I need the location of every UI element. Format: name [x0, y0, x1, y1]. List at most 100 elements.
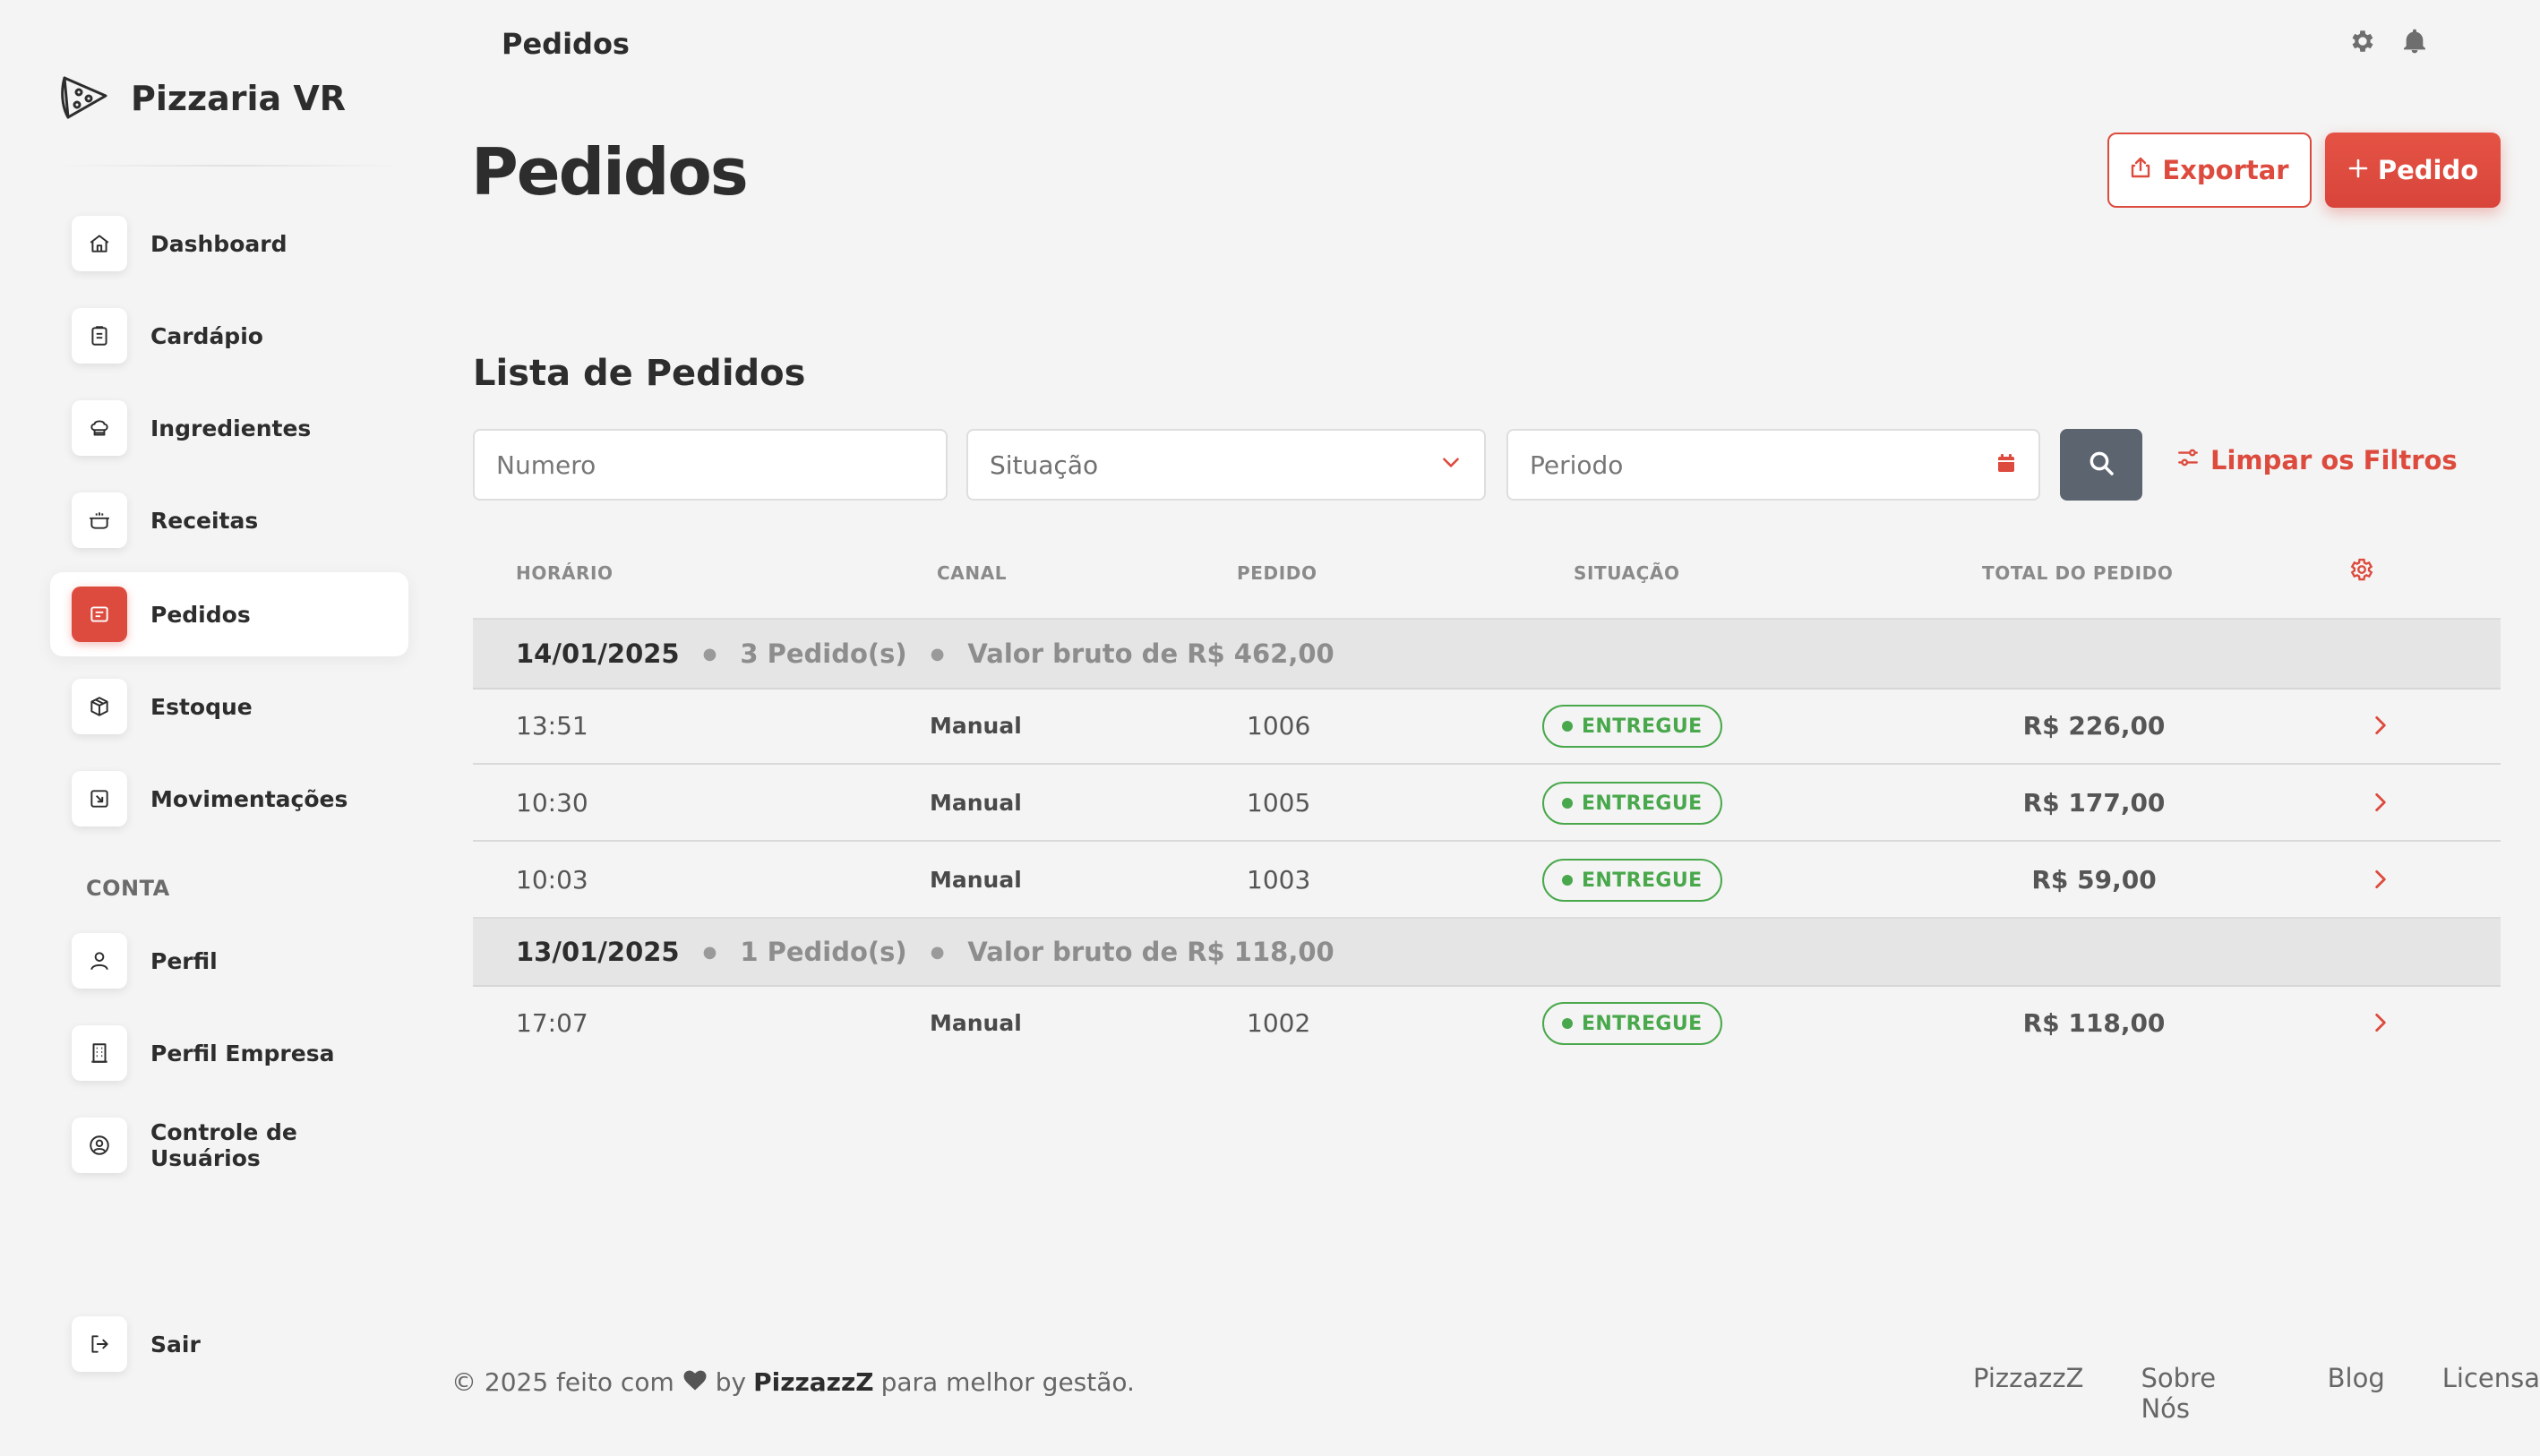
table-row[interactable]: 13:51 Manual 1006 ENTREGUE R$ 226,00	[473, 688, 2501, 765]
chevron-right-icon[interactable]	[2354, 688, 2407, 763]
footer-link-sobre-nos[interactable]: Sobre Nós	[2141, 1363, 2270, 1424]
calendar-icon[interactable]	[1995, 450, 2017, 480]
chevron-right-icon[interactable]	[2354, 842, 2407, 917]
group-gross: Valor bruto de R$ 118,00	[967, 937, 1334, 967]
transfer-icon	[72, 771, 127, 826]
topbar-icons	[2348, 27, 2429, 59]
table-row[interactable]: 17:07 Manual 1002 ENTREGUE R$ 118,00	[473, 985, 2501, 1062]
table-row[interactable]: 10:30 Manual 1005 ENTREGUE R$ 177,00	[473, 765, 2501, 842]
chef-hat-icon	[72, 400, 127, 456]
sidebar-item-estoque[interactable]: Estoque	[50, 664, 408, 749]
clipboard-icon	[72, 308, 127, 364]
cell-pedido: 1006	[1247, 710, 1311, 741]
section-label-conta: CONTA	[86, 876, 170, 901]
status-label: ENTREGUE	[1582, 792, 1703, 815]
status-label: ENTREGUE	[1582, 869, 1703, 892]
date-group-header: 13/01/2025 ● 1 Pedido(s) ● Valor bruto d…	[473, 917, 2501, 987]
building-icon	[72, 1025, 127, 1081]
logout-icon	[72, 1316, 127, 1372]
sidebar-item-label: Movimentações	[150, 785, 348, 812]
footer-link-blog[interactable]: Blog	[2328, 1363, 2385, 1424]
cell-canal: Manual	[930, 1009, 1022, 1036]
footer-link-pizzazzz[interactable]: PizzazzZ	[1973, 1363, 2083, 1424]
cell-time: 17:07	[516, 1007, 588, 1038]
sidebar-item-label: Controle de Usuários	[150, 1119, 297, 1171]
footer-text-by: by	[715, 1367, 747, 1397]
numero-field[interactable]	[473, 429, 948, 501]
status-dot	[1562, 875, 1573, 886]
sidebar-item-label: Receitas	[150, 507, 259, 534]
numero-input[interactable]	[496, 450, 924, 480]
export-button[interactable]: Exportar	[2107, 133, 2312, 208]
cell-canal: Manual	[930, 789, 1022, 816]
sidebar-item-cardapio[interactable]: Cardápio	[50, 294, 408, 378]
cell-time: 10:03	[516, 864, 588, 895]
sidebar-item-perfil-empresa[interactable]: Perfil Empresa	[50, 1011, 408, 1095]
page-title: Pedidos	[471, 134, 749, 210]
box-icon	[72, 679, 127, 734]
sidebar-item-pedidos[interactable]: Pedidos	[50, 572, 408, 656]
sidebar-item-sair[interactable]: Sair	[50, 1302, 408, 1386]
cell-total: R$ 226,00	[2022, 710, 2166, 741]
clear-filters-button[interactable]: Limpar os Filtros	[2176, 445, 2458, 475]
situacao-select[interactable]: Situação	[966, 429, 1486, 501]
chevron-right-icon[interactable]	[2354, 765, 2407, 840]
date-group-header: 14/01/2025 ● 3 Pedido(s) ● Valor bruto d…	[473, 618, 2501, 689]
sidebar: Pizzaria VR Dashboard Cardápio Ingredien…	[0, 0, 430, 1456]
footer-links: PizzazzZ Sobre Nós Blog Licensa	[1973, 1363, 2540, 1424]
pizza-logo-icon	[59, 73, 111, 124]
sidebar-item-movimentacoes[interactable]: Movimentações	[50, 757, 408, 841]
sidebar-item-controle-usuarios[interactable]: Controle de Usuários	[50, 1103, 408, 1187]
footer-brand[interactable]: PizzazzZ	[753, 1367, 874, 1397]
chevron-right-icon[interactable]	[2354, 985, 2407, 1060]
new-order-button[interactable]: Pedido	[2325, 133, 2501, 208]
sidebar-item-label: Perfil	[150, 947, 218, 974]
chevron-down-icon	[1439, 450, 1463, 480]
status-badge: ENTREGUE	[1542, 1002, 1722, 1045]
cell-time: 10:30	[516, 787, 588, 818]
cell-pedido: 1005	[1247, 787, 1311, 818]
table-row[interactable]: 10:03 Manual 1003 ENTREGUE R$ 59,00	[473, 842, 2501, 919]
group-gross: Valor bruto de R$ 462,00	[967, 638, 1334, 669]
sidebar-item-label: Dashboard	[150, 230, 287, 257]
plus-icon	[2347, 155, 2369, 185]
bell-icon[interactable]	[2400, 27, 2429, 59]
column-header-total: TOTAL DO PEDIDO	[1982, 562, 2174, 584]
home-icon	[72, 216, 127, 271]
periodo-input[interactable]	[1530, 450, 1995, 480]
column-header-horario: HORÁRIO	[516, 562, 614, 584]
sliders-icon	[2176, 445, 2200, 475]
column-header-canal: CANAL	[937, 562, 1008, 584]
group-date: 14/01/2025	[516, 638, 680, 669]
gear-icon[interactable]	[2348, 27, 2377, 59]
status-dot	[1562, 798, 1573, 809]
sidebar-item-receitas[interactable]: Receitas	[50, 478, 408, 562]
cell-pedido: 1002	[1247, 1007, 1311, 1038]
sidebar-item-label: Estoque	[150, 693, 253, 720]
footer-link-licensa[interactable]: Licensa	[2442, 1363, 2540, 1424]
sidebar-item-perfil[interactable]: Perfil	[50, 919, 408, 1003]
sidebar-item-dashboard[interactable]: Dashboard	[50, 201, 408, 286]
status-badge: ENTREGUE	[1542, 859, 1722, 902]
status-dot	[1562, 1018, 1573, 1029]
brand-name: Pizzaria VR	[131, 79, 347, 118]
column-header-pedido: PEDIDO	[1237, 562, 1317, 584]
clear-filters-label: Limpar os Filtros	[2210, 445, 2458, 475]
cell-total: R$ 177,00	[2022, 787, 2166, 818]
heart-icon	[682, 1366, 708, 1398]
sidebar-item-label: Ingredientes	[150, 415, 312, 441]
group-count: 1 Pedido(s)	[740, 937, 907, 967]
situacao-value: Situação	[990, 450, 1099, 480]
cell-total: R$ 59,00	[2031, 864, 2157, 895]
sidebar-item-label: Cardápio	[150, 322, 263, 349]
sidebar-item-label: Sair	[150, 1331, 201, 1358]
search-button[interactable]	[2060, 429, 2142, 501]
breadcrumb-title: Pedidos	[502, 27, 630, 61]
group-date: 13/01/2025	[516, 937, 680, 967]
periodo-field[interactable]	[1506, 429, 2040, 501]
group-count: 3 Pedido(s)	[740, 638, 907, 669]
sidebar-item-ingredientes[interactable]: Ingredientes	[50, 386, 408, 470]
cell-canal: Manual	[930, 712, 1022, 739]
column-settings-icon[interactable]	[2348, 556, 2375, 587]
brand[interactable]: Pizzaria VR	[59, 72, 346, 125]
